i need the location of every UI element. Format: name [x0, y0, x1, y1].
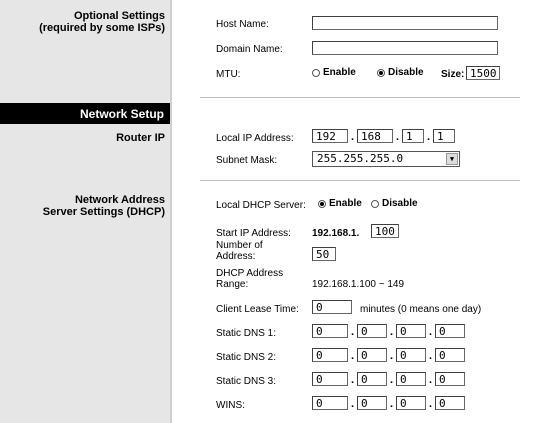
sidebar-divider — [170, 0, 172, 423]
mtu-size-label: Size: — [441, 69, 465, 80]
ip-dot: . — [429, 374, 433, 386]
lease-time-input[interactable] — [312, 300, 352, 314]
dns1-octet-4[interactable] — [435, 324, 465, 338]
ip-dot: . — [429, 326, 433, 338]
separator — [200, 97, 520, 98]
mtu-disable-radio[interactable]: Disable — [377, 67, 424, 78]
dns3-octet-3[interactable] — [396, 372, 426, 386]
local-ip-octet-4[interactable] — [433, 129, 455, 143]
start-ip-label: Start IP Address: — [216, 228, 291, 239]
domain-name-input[interactable] — [312, 41, 498, 55]
dns3-octet-1[interactable] — [312, 372, 348, 386]
wins-octet-4[interactable] — [435, 396, 465, 410]
radio-circle — [371, 199, 379, 208]
local-ip-octet-1[interactable] — [312, 129, 348, 143]
ip-dot: . — [351, 374, 355, 386]
static-dns-2-label: Static DNS 2: — [216, 352, 277, 363]
ip-dot: . — [351, 326, 355, 338]
ip-dot: . — [351, 131, 355, 143]
dhcp-disable-radio[interactable]: Disable — [371, 198, 418, 209]
number-of-address-input[interactable] — [312, 247, 336, 261]
host-name-label: Host Name: — [216, 19, 269, 30]
dhcp-title: Network Address — [74, 194, 165, 206]
local-ip-octet-3[interactable] — [402, 129, 424, 143]
static-dns-1-label: Static DNS 1: — [216, 328, 277, 339]
lease-time-label: Client Lease Time: — [216, 304, 299, 315]
wins-octet-2[interactable] — [357, 396, 387, 410]
ip-dot: . — [390, 398, 394, 410]
dns2-octet-4[interactable] — [435, 348, 465, 362]
ip-dot: . — [351, 398, 355, 410]
optional-settings-subtitle: (required by some ISPs) — [39, 22, 165, 34]
mtu-label: MTU: — [216, 69, 241, 80]
network-setup-header: Network Setup — [0, 103, 170, 124]
dhcp-range-value: 192.168.1.100 ~ 149 — [312, 279, 405, 290]
wins-label: WINS: — [216, 400, 245, 411]
chevron-down-icon: ▼ — [446, 153, 458, 165]
ip-dot: . — [429, 350, 433, 362]
ip-dot: . — [390, 350, 394, 362]
dhcp-subtitle: Server Settings (DHCP) — [42, 206, 165, 218]
subnet-mask-label: Subnet Mask: — [216, 155, 278, 166]
static-dns-3-label: Static DNS 3: — [216, 376, 277, 387]
start-ip-prefix: 192.168.1. — [312, 228, 360, 239]
number-of-address-label: Number of Address: — [216, 240, 263, 262]
dns2-octet-2[interactable] — [357, 348, 387, 362]
separator — [200, 180, 520, 181]
dhcp-range-label: DHCP Address Range: — [216, 268, 284, 290]
radio-circle-selected — [377, 68, 385, 77]
ip-dot: . — [351, 350, 355, 362]
dns1-octet-1[interactable] — [312, 324, 348, 338]
dns1-octet-3[interactable] — [396, 324, 426, 338]
ip-dot: . — [429, 398, 433, 410]
dhcp-server-label: Local DHCP Server: — [216, 200, 306, 211]
network-setup-label: Network Setup — [79, 107, 164, 121]
radio-circle — [312, 68, 320, 77]
ip-dot: . — [396, 131, 400, 143]
wins-octet-1[interactable] — [312, 396, 348, 410]
radio-circle-selected — [318, 199, 326, 208]
lease-time-note: minutes (0 means one day) — [360, 304, 482, 315]
mtu-enable-radio[interactable]: Enable — [312, 67, 356, 78]
subnet-mask-select[interactable]: 255.255.255.0 ▼ — [312, 151, 460, 167]
local-ip-label: Local IP Address: — [216, 133, 294, 144]
dhcp-enable-radio[interactable]: Enable — [318, 198, 362, 209]
start-ip-input[interactable] — [371, 224, 399, 238]
host-name-input[interactable] — [312, 16, 498, 30]
dns1-octet-2[interactable] — [357, 324, 387, 338]
dns3-octet-4[interactable] — [435, 372, 465, 386]
wins-octet-3[interactable] — [396, 396, 426, 410]
dns3-octet-2[interactable] — [357, 372, 387, 386]
dns2-octet-3[interactable] — [396, 348, 426, 362]
local-ip-octet-2[interactable] — [357, 129, 393, 143]
mtu-size-input[interactable] — [466, 66, 500, 80]
domain-name-label: Domain Name: — [216, 44, 283, 55]
ip-dot: . — [427, 131, 431, 143]
ip-dot: . — [390, 326, 394, 338]
optional-settings-title: Optional Settings — [73, 10, 165, 22]
dns2-octet-1[interactable] — [312, 348, 348, 362]
router-ip-title: Router IP — [116, 132, 165, 144]
ip-dot: . — [390, 374, 394, 386]
